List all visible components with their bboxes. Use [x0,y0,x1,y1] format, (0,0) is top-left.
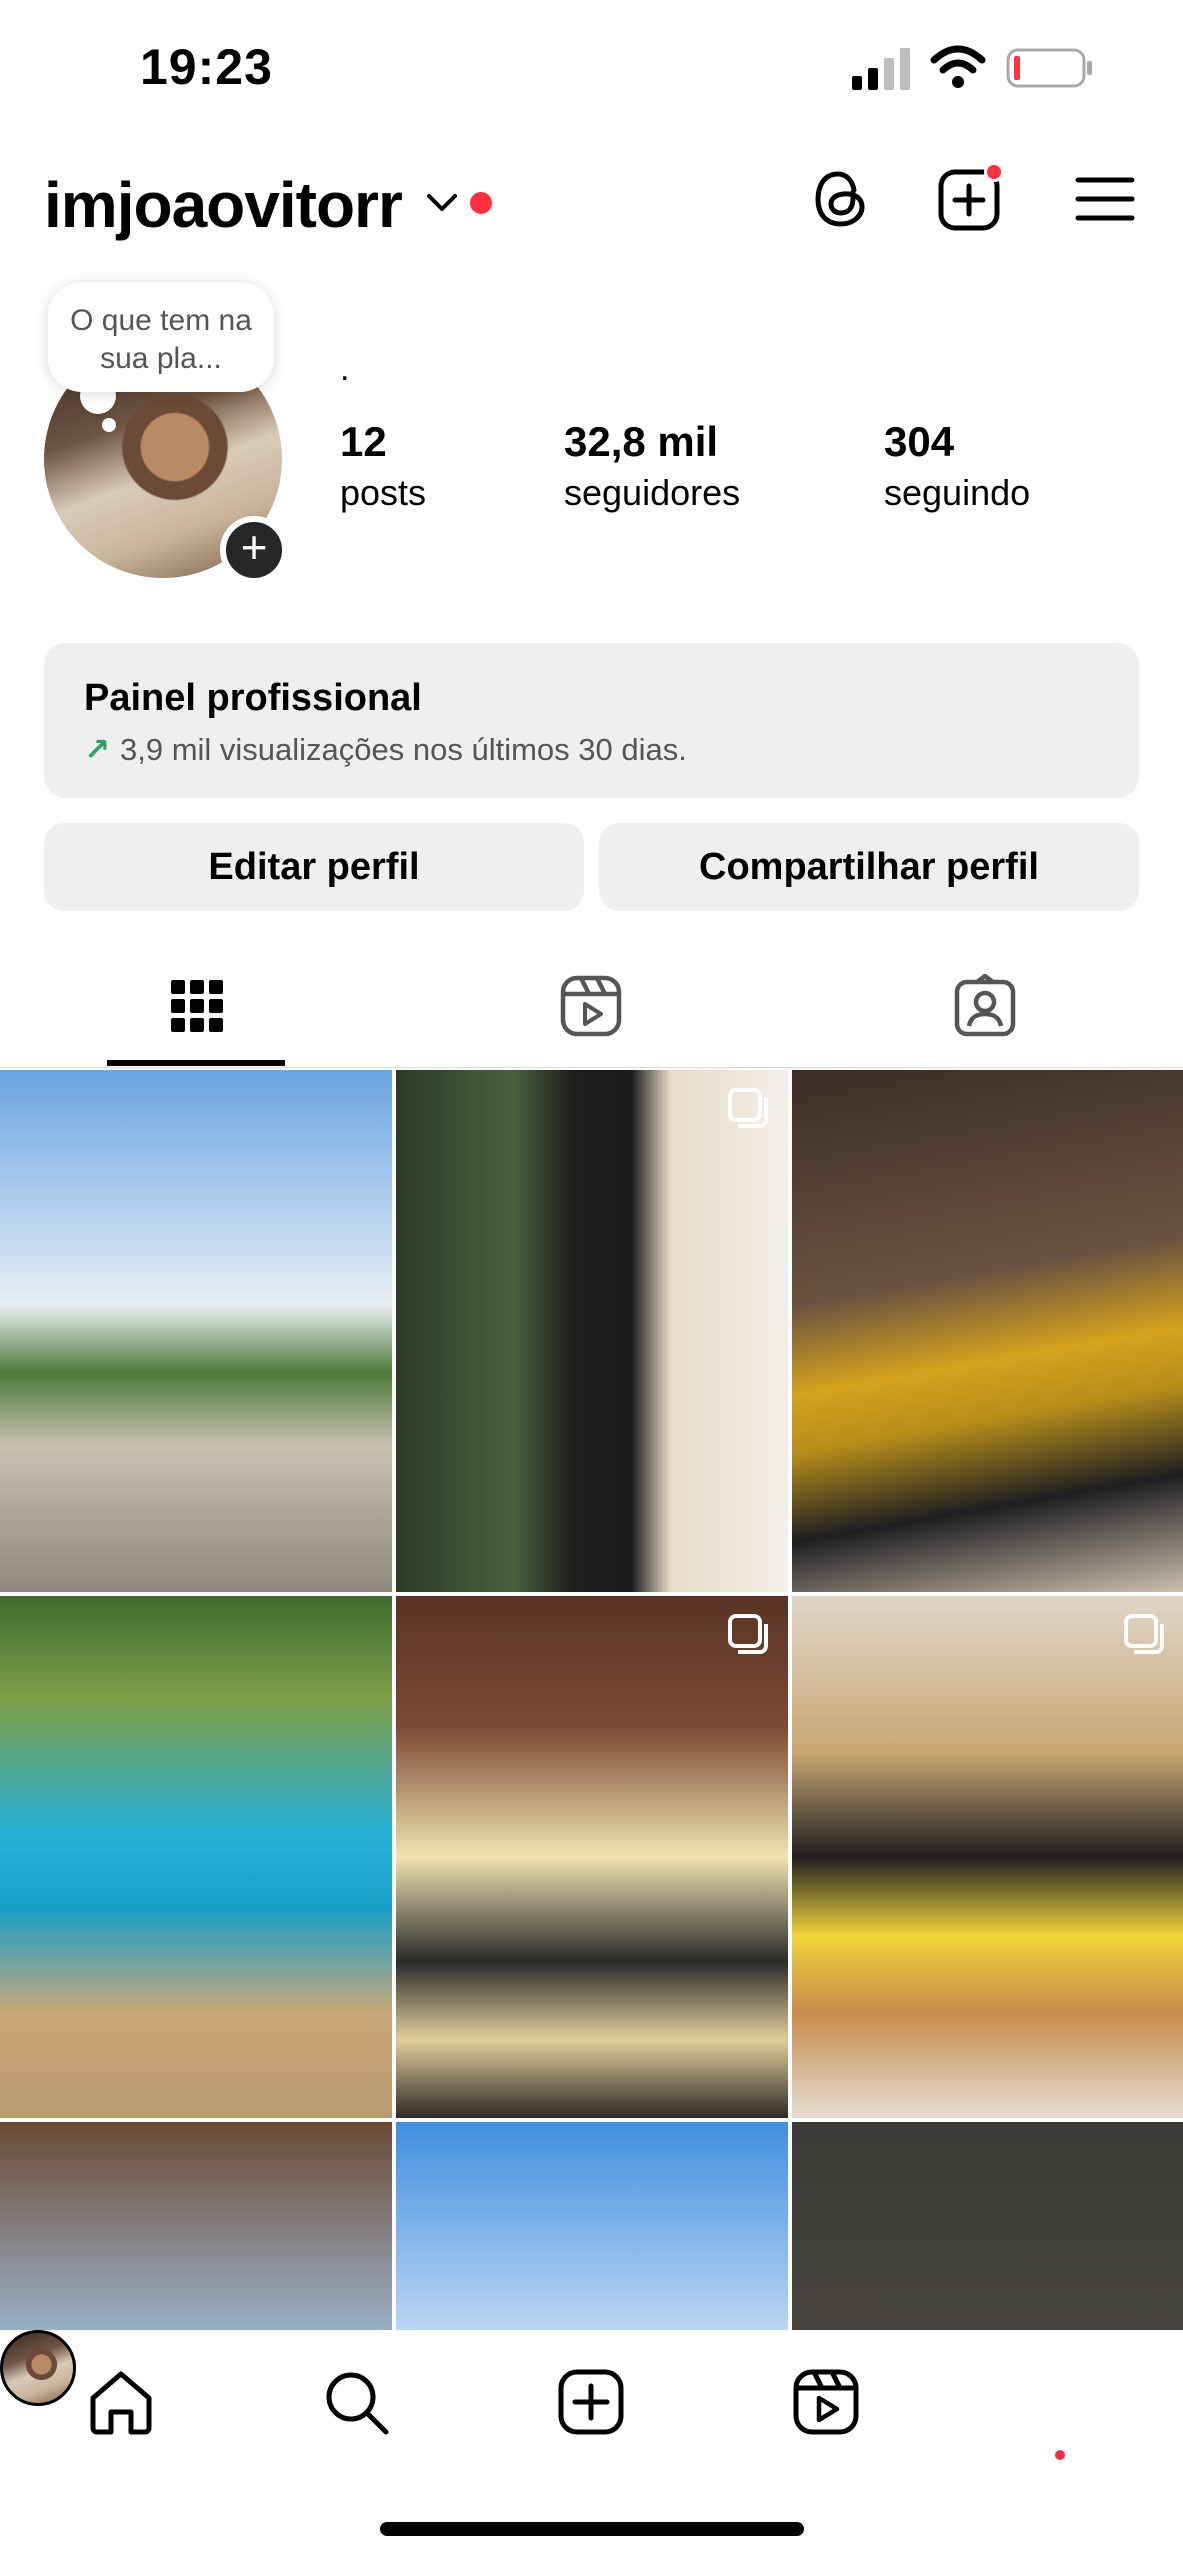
posts-grid [0,1070,1183,2330]
battery-icon [1006,48,1092,88]
profile-avatar-tab[interactable] [0,2330,76,2406]
grid-icon [171,980,223,1032]
post-thumbnail[interactable] [792,1070,1183,1592]
carousel-icon [728,1614,768,1654]
create-notification-dot [984,162,1004,182]
tab-grid[interactable] [0,960,394,1068]
bottom-navigation [0,2330,1183,2560]
stat-followers[interactable]: 32,8 mil seguidores [564,418,740,514]
wifi-icon [930,45,986,88]
posts-count: 12 [340,418,387,465]
note-bubble[interactable]: O que tem na sua pla... [48,282,274,392]
reels-icon[interactable] [790,2366,862,2438]
reels-icon [560,975,622,1037]
post-thumbnail[interactable] [396,1596,788,2118]
pro-panel-subtitle: ↗ 3,9 mil visualizações nos últimos 30 di… [84,732,1099,768]
followers-count: 32,8 mil [564,418,719,465]
post-thumbnail[interactable] [0,1070,392,1592]
signal-icon [852,48,910,90]
tab-selected-indicator [107,1060,285,1066]
pro-panel-stat: 3,9 mil visualizações nos últimos 30 dia… [119,732,687,767]
post-thumbnail[interactable] [0,2122,392,2330]
posts-label: posts [340,472,427,513]
following-label: seguindo [884,472,1031,513]
menu-icon[interactable] [1070,164,1140,234]
notification-dot [470,192,492,214]
professional-dashboard[interactable]: Painel profissional ↗ 3,9 mil visualizaçõ… [44,643,1139,798]
trend-up-icon: ↗ [84,732,110,767]
post-thumbnail[interactable] [0,1596,392,2118]
profile-header: imjoaovitorr [0,150,1183,250]
profile-bio: . [340,350,350,388]
post-thumbnail[interactable] [396,2122,788,2330]
status-time: 19:23 [140,39,273,95]
add-story-plus-icon[interactable]: + [220,516,288,584]
home-indicator[interactable] [380,2522,804,2536]
post-thumbnail[interactable] [792,2122,1183,2330]
chevron-down-icon[interactable] [425,188,459,216]
create-icon[interactable] [555,2366,627,2438]
threads-icon[interactable] [806,164,876,234]
followers-label: seguidores [564,472,741,513]
pro-panel-title: Painel profissional [84,677,422,719]
stat-following[interactable]: 304 seguindo [884,418,1030,514]
post-thumbnail[interactable] [792,1596,1183,2118]
tab-reels[interactable] [394,960,788,1068]
username-switcher[interactable]: imjoaovitorr [44,168,403,242]
share-profile-button[interactable]: Compartilhar perfil [599,823,1139,911]
status-bar: 19:23 [0,0,1183,140]
tab-tagged[interactable] [788,960,1182,1068]
carousel-icon [728,1088,768,1128]
tagged-icon [954,974,1016,1037]
profile-notification-dot [1055,2450,1065,2460]
post-thumbnail[interactable] [396,1070,788,1592]
following-count: 304 [884,418,955,465]
home-icon[interactable] [85,2366,157,2438]
carousel-icon [1124,1614,1164,1654]
stat-posts: 12 posts [340,418,426,514]
search-icon[interactable] [320,2366,392,2438]
note-bubble-tail-small [102,418,116,432]
profile-tabs [0,960,1183,1068]
edit-profile-button[interactable]: Editar perfil [44,823,584,911]
